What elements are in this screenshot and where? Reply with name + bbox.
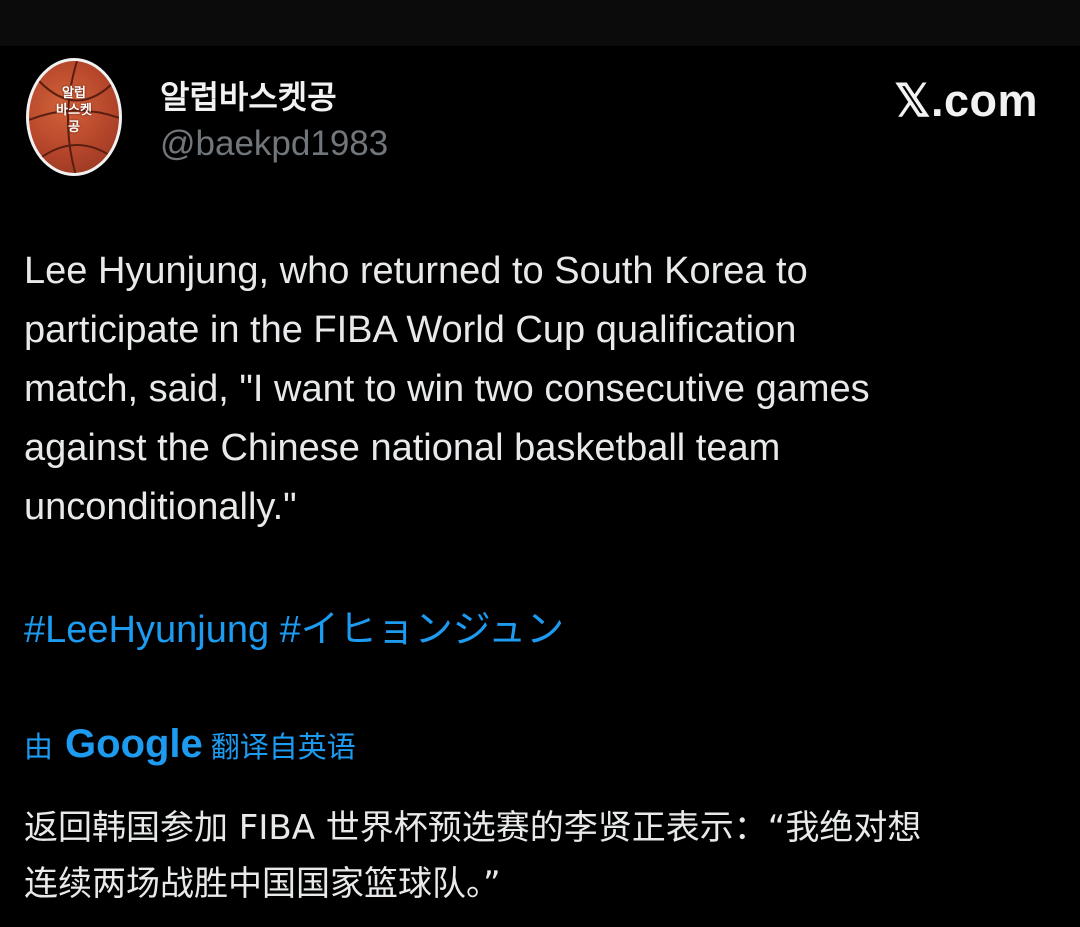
hashtag-link[interactable]: #イヒョンジュン	[280, 609, 564, 651]
translate-suffix: 翻译自英语	[210, 729, 356, 764]
author-handle[interactable]: @baekpd1983	[160, 124, 388, 164]
avatar-label: 알럽 바스켓 공	[56, 86, 92, 135]
avatar[interactable]: 알럽 바스켓 공	[26, 58, 122, 176]
tweet-line: unconditionally."	[24, 486, 297, 528]
author-display-name[interactable]: 알럽바스켓공	[160, 72, 337, 118]
x-brand-logo: 𝕏.com	[894, 75, 1038, 126]
hashtag-row: #LeeHyunjung #イヒョンジュン	[24, 598, 564, 653]
translated-text: 返回韩国参加 FIBA 世界杯预选赛的李贤正表示：“我绝对想 连续两场战胜中国国…	[24, 800, 1064, 912]
tweet-line: match, said, "I want to win two consecut…	[24, 368, 870, 410]
google-logo: Google	[65, 722, 203, 766]
tweet-line: Lee Hyunjung, who returned to South Kore…	[24, 250, 808, 292]
top-strip	[0, 0, 1080, 46]
tweet-line: against the Chinese national basketball …	[24, 427, 781, 469]
hashtag-link[interactable]: #LeeHyunjung	[24, 609, 269, 651]
translate-by-label: 由	[24, 729, 54, 764]
tweet-line: participate in the FIBA World Cup qualif…	[24, 309, 797, 351]
translated-by-google[interactable]: 由 Google 翻译自英语	[24, 722, 356, 767]
translation-line: 返回韩国参加 FIBA 世界杯预选赛的李贤正表示：“我绝对想	[24, 808, 922, 848]
tweet-text: Lee Hyunjung, who returned to South Kore…	[24, 242, 1054, 537]
translation-line: 连续两场战胜中国国家篮球队。”	[24, 864, 501, 904]
